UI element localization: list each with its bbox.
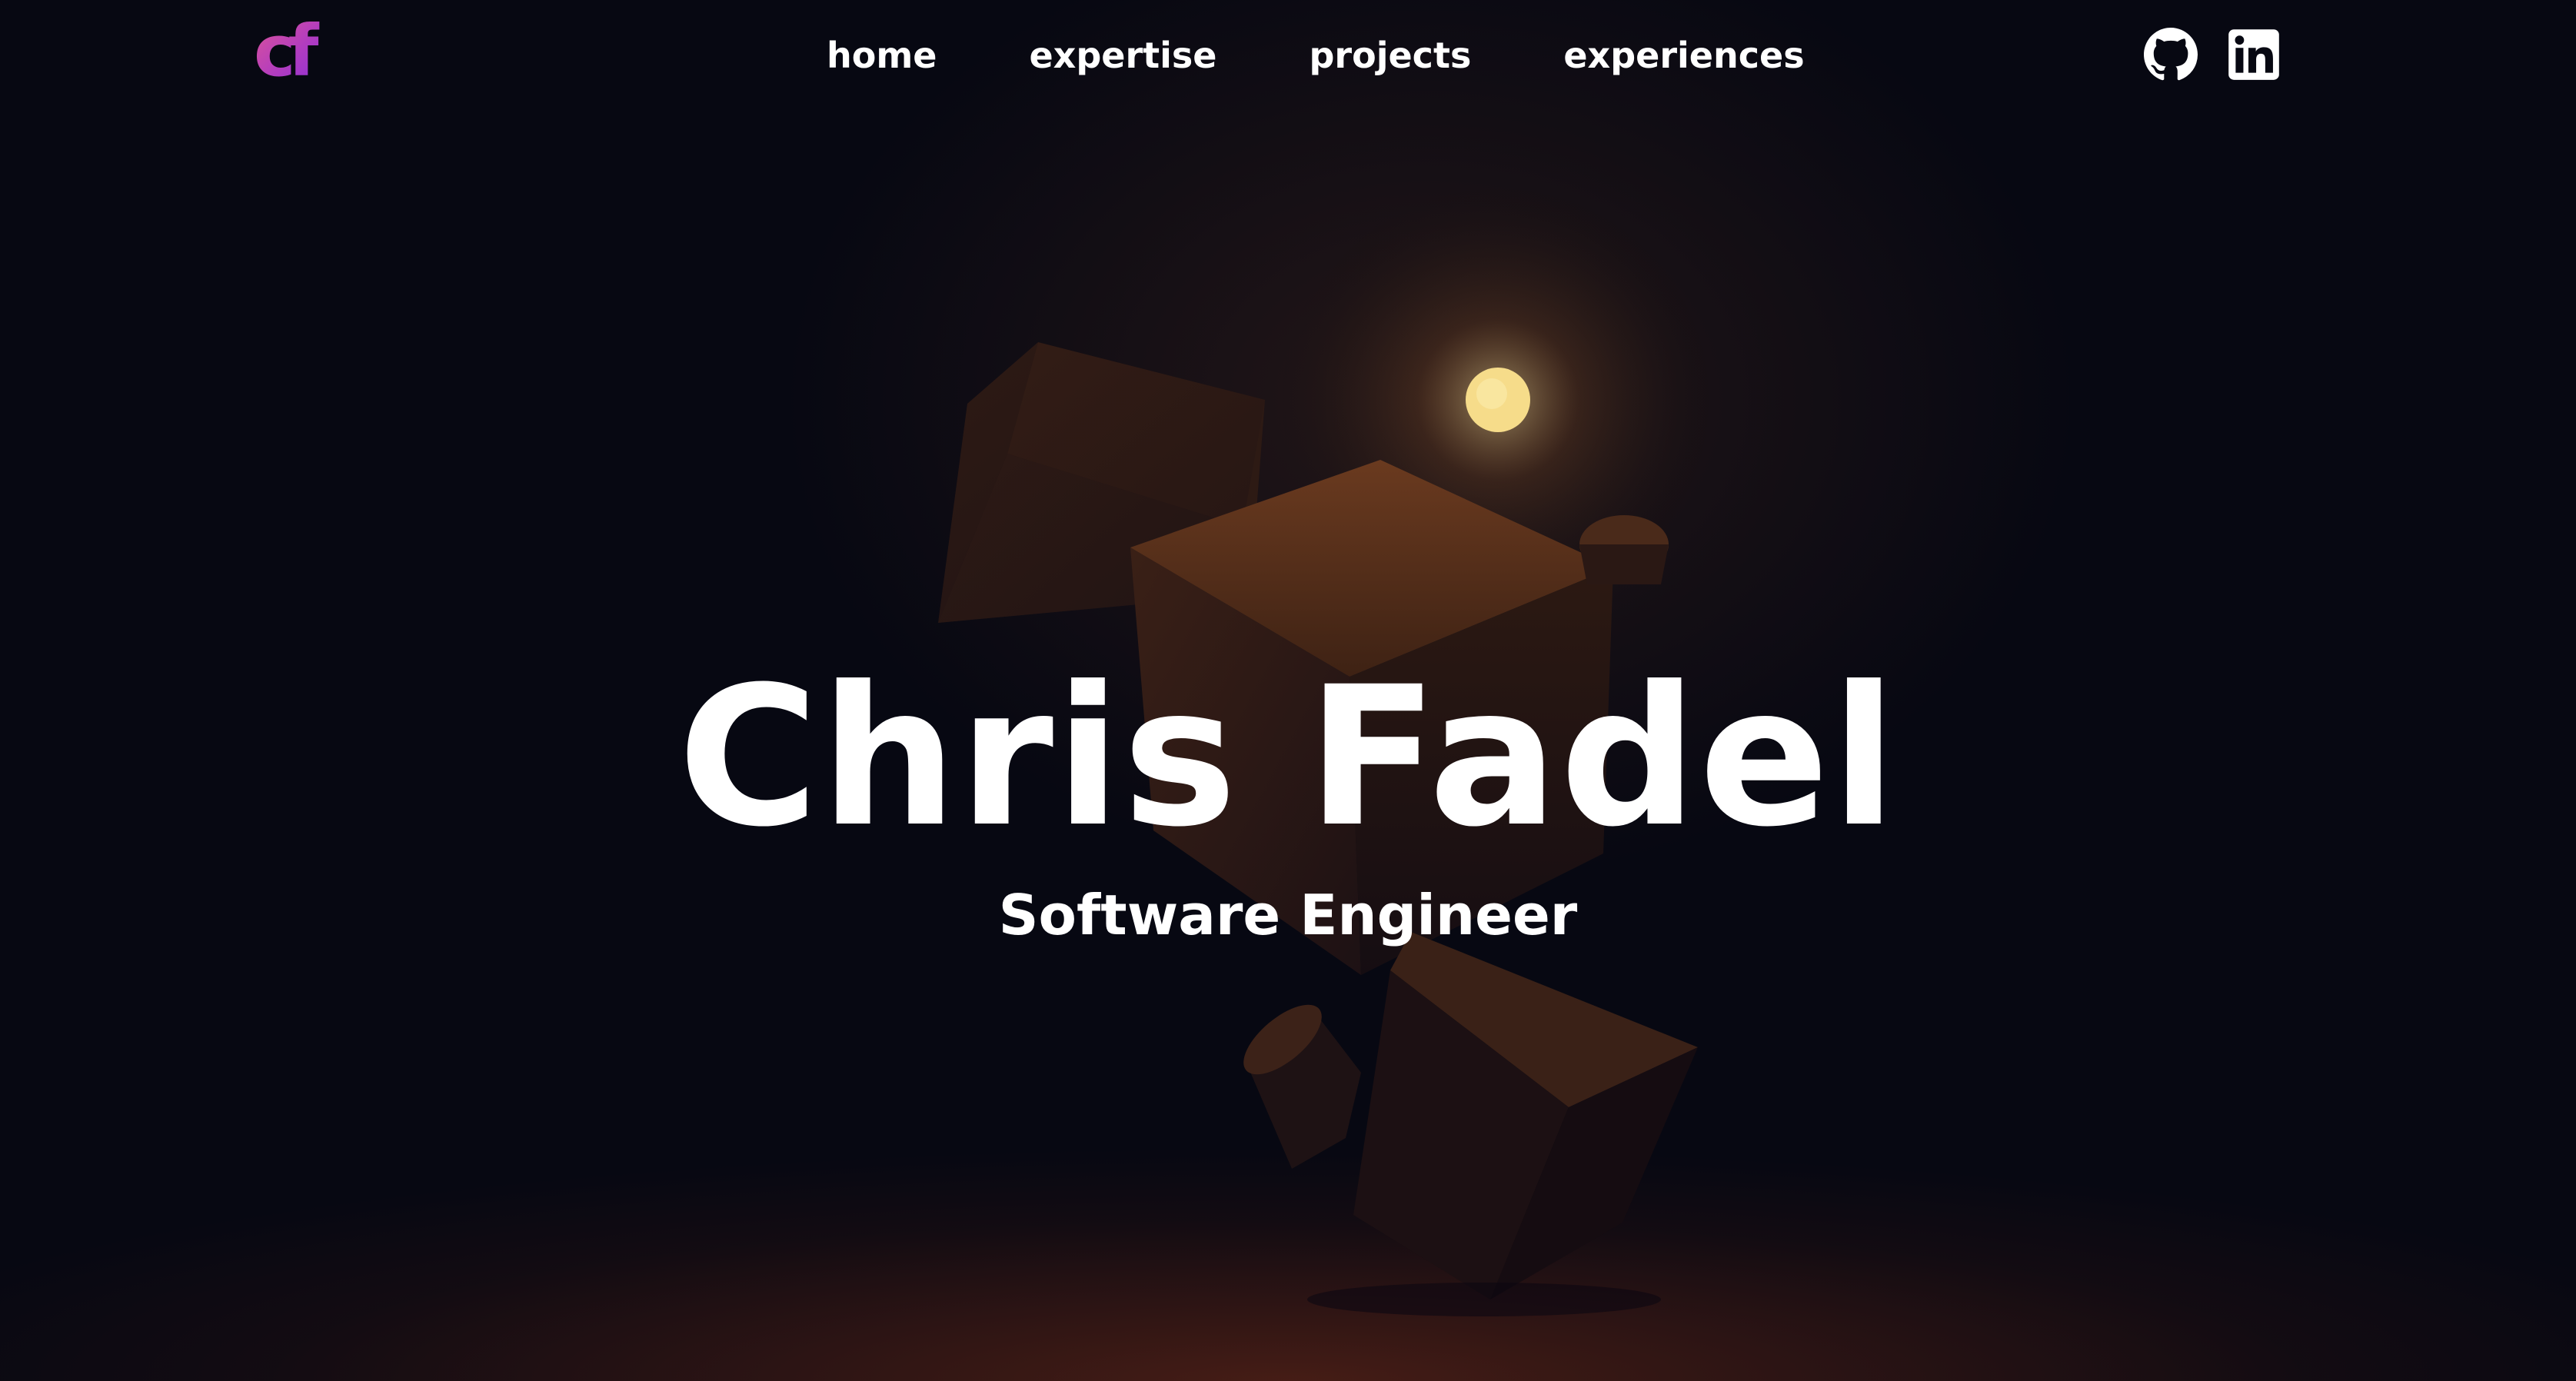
linkedin-icon xyxy=(2228,29,2279,80)
cube-shadow xyxy=(1307,1283,1661,1316)
github-icon xyxy=(2144,28,2198,81)
nav-home-link[interactable]: home xyxy=(827,28,937,83)
hero-name-heading: Chris Fadel xyxy=(677,645,1899,869)
site-logo[interactable]: cf xyxy=(254,16,328,87)
nav-projects-link[interactable]: projects xyxy=(1310,28,1472,83)
top-navbar: cf home expertise projects experiences xyxy=(0,0,2576,108)
hero-role-subtitle: Software Engineer xyxy=(998,883,1578,947)
social-links xyxy=(2144,28,2281,82)
nav-links: home expertise projects experiences xyxy=(827,28,1805,83)
cylinder-right xyxy=(1579,515,1669,584)
hero-section: Chris Fadel Software Engineer xyxy=(0,646,2576,953)
cube-lower xyxy=(1353,932,1698,1299)
nav-experiences-link[interactable]: experiences xyxy=(1563,28,1804,83)
github-link[interactable] xyxy=(2144,28,2198,82)
linkedin-link[interactable] xyxy=(2227,28,2281,82)
nav-expertise-link[interactable]: expertise xyxy=(1029,28,1216,83)
